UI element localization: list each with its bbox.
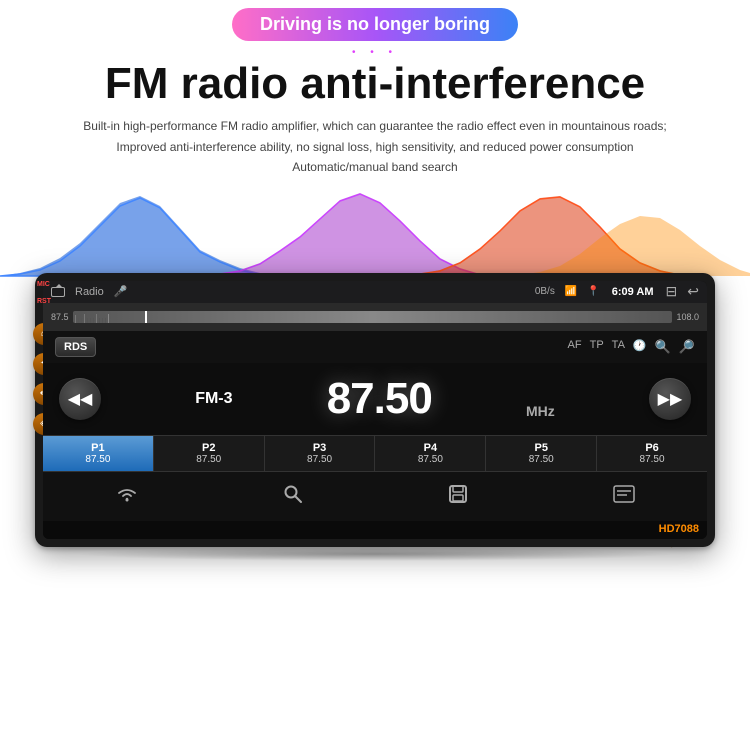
preset-button-p6[interactable]: P6 87.50 — [597, 436, 707, 471]
signal-icon: 📶 — [565, 286, 577, 297]
search-nav-button[interactable] — [267, 480, 319, 513]
rst-label: RST — [37, 298, 51, 305]
prev-icon: ◀◀ — [68, 389, 93, 409]
back-icon[interactable]: ↩ — [687, 283, 699, 300]
radio-options-bar: RDS AF TP TA 🕐 🔍 🔎 — [43, 331, 707, 363]
preset-button-p2[interactable]: P2 87.50 — [154, 436, 265, 471]
waveform-visualization — [0, 188, 750, 278]
preset-buttons-row: P1 87.50 P2 87.50 P3 87.50 P4 87.50 P5 — [43, 435, 707, 471]
data-speed: 0B/s — [535, 286, 555, 297]
af-option[interactable]: AF — [568, 339, 582, 355]
screen-title: Radio — [75, 286, 104, 298]
station-info: FM-3 — [195, 390, 232, 408]
rds-button[interactable]: RDS — [55, 337, 96, 357]
tp-option[interactable]: TP — [590, 339, 604, 355]
time-display: 6:09 AM — [612, 286, 654, 298]
subtitle-line2: Improved anti-interference ability, no s… — [60, 137, 690, 157]
next-icon: ▶▶ — [658, 389, 683, 409]
save-nav-button[interactable] — [432, 480, 484, 513]
preset-p1-freq: 87.50 — [47, 454, 149, 465]
subtitle-line1: Built-in high-performance FM radio ampli… — [60, 116, 690, 136]
mic-label: MIC — [37, 281, 51, 288]
car-stereo-device: MIC RST ⌂ ✦ ↩ ◈ Radio 🎤 0B/s 📶 📍 6:09 A — [35, 273, 715, 547]
frequency-scale: 87.5 — [43, 303, 707, 331]
preset-p4-freq: 87.50 — [379, 454, 481, 465]
bottom-navigation — [43, 471, 707, 521]
radio-options-list: AF TP TA 🕐 🔍 🔎 — [104, 339, 695, 355]
freq-max-label: 108.0 — [676, 312, 699, 322]
menu-nav-button[interactable] — [597, 480, 651, 513]
location-icon: 📍 — [587, 286, 599, 297]
preset-p3-freq: 87.50 — [269, 454, 371, 465]
preset-p4-label: P4 — [379, 442, 481, 454]
clock-icon: 🕐 — [633, 339, 647, 355]
expand-icon[interactable]: ⊟ — [666, 283, 678, 300]
mic-icon: 🎤 — [114, 285, 128, 298]
preset-p3-label: P3 — [269, 442, 371, 454]
main-title: FM radio anti-interference — [0, 60, 750, 108]
wifi-nav-button[interactable] — [100, 481, 154, 512]
station-name: FM-3 — [195, 390, 232, 408]
zoom-out-icon[interactable]: 🔎 — [679, 339, 695, 355]
ta-option[interactable]: TA — [612, 339, 625, 355]
preset-button-p4[interactable]: P4 87.50 — [375, 436, 486, 471]
radio-main-display: ◀◀ FM-3 87.50 MHz ▶▶ — [43, 363, 707, 435]
preset-p1-label: P1 — [47, 442, 149, 454]
device-container: MIC RST ⌂ ✦ ↩ ◈ Radio 🎤 0B/s 📶 📍 6:09 A — [0, 273, 750, 561]
preset-button-p3[interactable]: P3 87.50 — [265, 436, 376, 471]
preset-p2-label: P2 — [158, 442, 260, 454]
next-button[interactable]: ▶▶ — [649, 378, 691, 420]
freq-position-indicator — [145, 311, 147, 323]
preset-p2-freq: 87.50 — [158, 454, 260, 465]
device-screen: Radio 🎤 0B/s 📶 📍 6:09 AM ⊟ ↩ 87.5 — [43, 281, 707, 539]
freq-min-label: 87.5 — [51, 312, 69, 322]
preset-p6-freq: 87.50 — [601, 454, 703, 465]
status-bar: Radio 🎤 0B/s 📶 📍 6:09 AM ⊟ ↩ — [43, 281, 707, 303]
preset-button-p1[interactable]: P1 87.50 — [43, 436, 154, 471]
subtitle: Built-in high-performance FM radio ampli… — [0, 116, 750, 177]
driving-badge: Driving is no longer boring — [232, 8, 518, 41]
model-label: HD7088 — [43, 521, 707, 539]
mhz-label: MHz — [526, 403, 555, 427]
device-shadow — [75, 547, 675, 561]
home-icon — [51, 287, 65, 297]
previous-button[interactable]: ◀◀ — [59, 378, 101, 420]
decorative-dots: • • • — [0, 47, 750, 58]
subtitle-line3: Automatic/manual band search — [60, 157, 690, 177]
top-banner: Driving is no longer boring • • • FM rad… — [0, 0, 750, 178]
freq-scale-bar[interactable] — [73, 311, 673, 323]
preset-p5-label: P5 — [490, 442, 592, 454]
preset-button-p5[interactable]: P5 87.50 — [486, 436, 597, 471]
frequency-display: 87.50 — [327, 374, 432, 424]
zoom-in-icon[interactable]: 🔍 — [655, 339, 671, 355]
preset-p5-freq: 87.50 — [490, 454, 592, 465]
preset-p6-label: P6 — [601, 442, 703, 454]
